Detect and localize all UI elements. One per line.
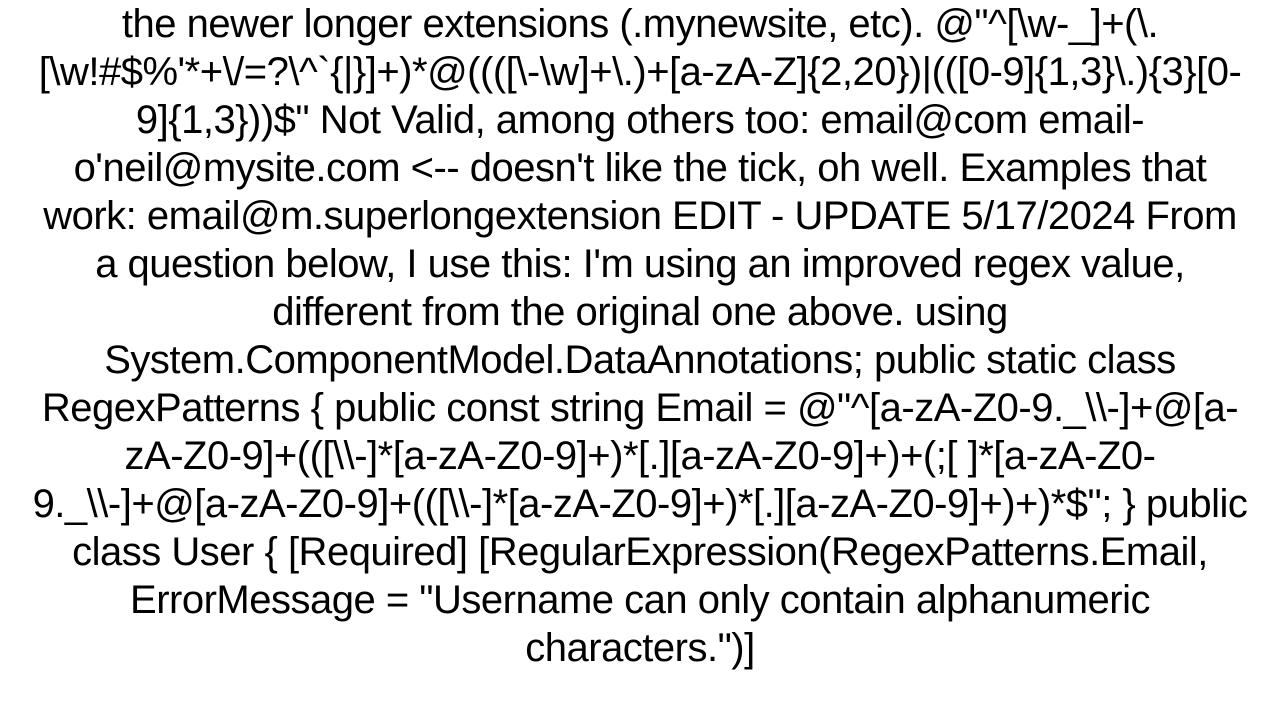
document-body: the newer longer extensions (.mynewsite,… bbox=[0, 0, 1280, 672]
